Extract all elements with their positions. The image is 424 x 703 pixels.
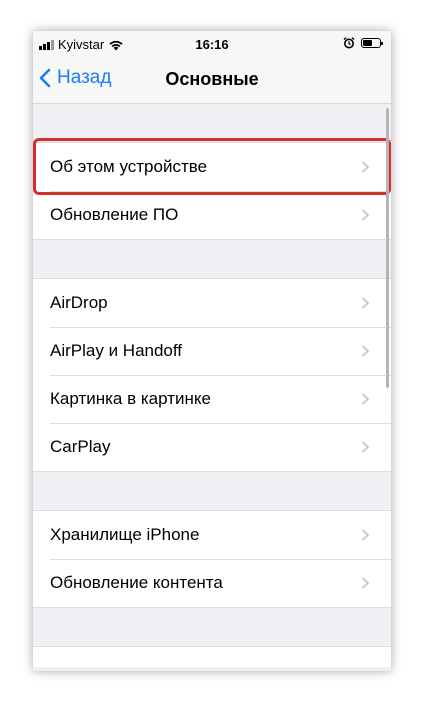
settings-list: Об этом устройстве Обновление ПО AirDrop… [33,104,391,667]
chevron-right-icon [362,297,369,309]
row-label: CarPlay [50,437,111,456]
navigation-bar: Назад Основные [33,58,391,104]
settings-row-software-update[interactable]: Обновление ПО [33,191,391,239]
row-label: Обновление контента [50,573,223,592]
settings-group-device: Об этом устройстве Обновление ПО [33,142,391,240]
status-bar: Kyivstar 16:16 [33,31,391,58]
settings-row-carplay[interactable]: CarPlay [33,423,391,471]
row-label: AirDrop [50,293,108,312]
alarm-icon [343,37,355,49]
row-label: Картинка в картинке [50,389,211,408]
settings-row-airdrop[interactable]: AirDrop [33,279,391,327]
settings-row-iphone-storage[interactable]: Хранилище iPhone [33,511,391,559]
settings-group-storage: Хранилище iPhone Обновление контента [33,510,391,608]
chevron-right-icon [362,441,369,453]
chevron-right-icon [362,345,369,357]
chevron-right-icon [362,209,369,221]
phone-screen: Kyivstar 16:16 Назад Основные Об этом ус… [33,31,391,671]
settings-group-next [33,646,391,667]
settings-row-airplay-handoff[interactable]: AirPlay и Handoff [33,327,391,375]
row-label: AirPlay и Handoff [50,341,183,360]
battery-icon [361,38,383,48]
page-title: Основные [165,69,259,89]
settings-row-picture-in-picture[interactable]: Картинка в картинке [33,375,391,423]
row-label: Об этом устройстве [50,157,208,176]
chevron-right-icon [362,577,369,589]
chevron-right-icon [362,529,369,541]
chevron-right-icon [362,161,369,173]
chevron-right-icon [362,393,369,405]
row-label: Обновление ПО [50,205,179,224]
settings-row-background-refresh[interactable]: Обновление контента [33,559,391,607]
settings-row-about[interactable]: Об этом устройстве [33,143,391,191]
settings-group-connectivity: AirDrop AirPlay и Handoff Картинка в кар… [33,278,391,472]
scrollbar[interactable] [386,108,389,388]
status-time: 16:16 [195,37,229,52]
status-right [343,37,383,49]
row-label: Хранилище iPhone [50,525,200,544]
